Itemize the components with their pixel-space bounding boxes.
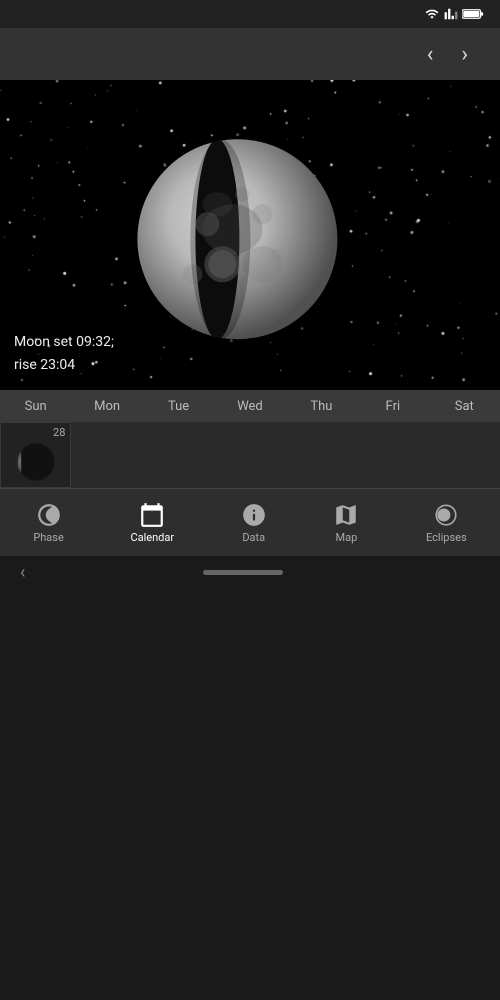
next-month-button[interactable]: ›	[453, 38, 476, 71]
nav-map-label: Map	[335, 531, 357, 544]
calendar-section: Sun Mon Tue Wed Thu Fri Sat 28	[0, 390, 500, 488]
nav-data[interactable]: Data	[233, 498, 275, 548]
gesture-bar: ‹	[0, 556, 500, 588]
wifi-icon	[424, 7, 440, 21]
signal-icon	[444, 7, 458, 21]
day-header-sun: Sun	[0, 399, 71, 414]
nav-eclipses[interactable]: Eclipses	[418, 498, 475, 548]
day-header-sat: Sat	[429, 399, 500, 414]
nav-calendar[interactable]: Calendar	[122, 498, 182, 548]
moon-rise-time: rise 23:04	[14, 354, 114, 376]
day-header-tue: Tue	[143, 399, 214, 414]
status-icons	[424, 7, 488, 21]
moon-image-area: Moon set 09:32; rise 23:04	[0, 80, 500, 390]
day-number: 28	[53, 426, 70, 439]
eclipse-icon	[433, 502, 459, 528]
day-header-wed: Wed	[214, 399, 285, 414]
map-icon	[333, 502, 359, 528]
gesture-pill	[203, 570, 283, 575]
nav-map[interactable]: Map	[325, 498, 367, 548]
bottom-nav: Phase Calendar Data Map Eclipses	[0, 488, 500, 556]
info-icon	[241, 502, 267, 528]
nav-phase[interactable]: Phase	[25, 498, 72, 548]
calendar-icon	[139, 502, 165, 528]
nav-eclipses-label: Eclipses	[426, 531, 467, 544]
back-chevron[interactable]: ‹	[20, 562, 25, 583]
nav-calendar-label: Calendar	[130, 531, 174, 544]
nav-data-label: Data	[242, 531, 265, 544]
day-headers: Sun Mon Tue Wed Thu Fri Sat	[0, 390, 500, 422]
moon-rise-set-times: Moon set 09:32; rise 23:04	[14, 331, 114, 376]
day-header-fri: Fri	[357, 399, 428, 414]
calendar-cell-0[interactable]: 28	[0, 422, 71, 488]
day-header-thu: Thu	[286, 399, 357, 414]
battery-icon	[462, 7, 484, 21]
moon-image	[132, 134, 342, 344]
status-bar	[0, 0, 500, 28]
calendar-grid: 28	[0, 422, 500, 488]
prev-month-button[interactable]: ‹	[419, 38, 442, 71]
moon-icon	[36, 502, 62, 528]
day-header-mon: Mon	[71, 399, 142, 414]
moon-set-time: Moon set 09:32;	[14, 331, 114, 353]
top-nav: ‹ ›	[0, 28, 500, 80]
moon-phase-icon	[14, 440, 58, 484]
nav-phase-label: Phase	[33, 531, 64, 544]
